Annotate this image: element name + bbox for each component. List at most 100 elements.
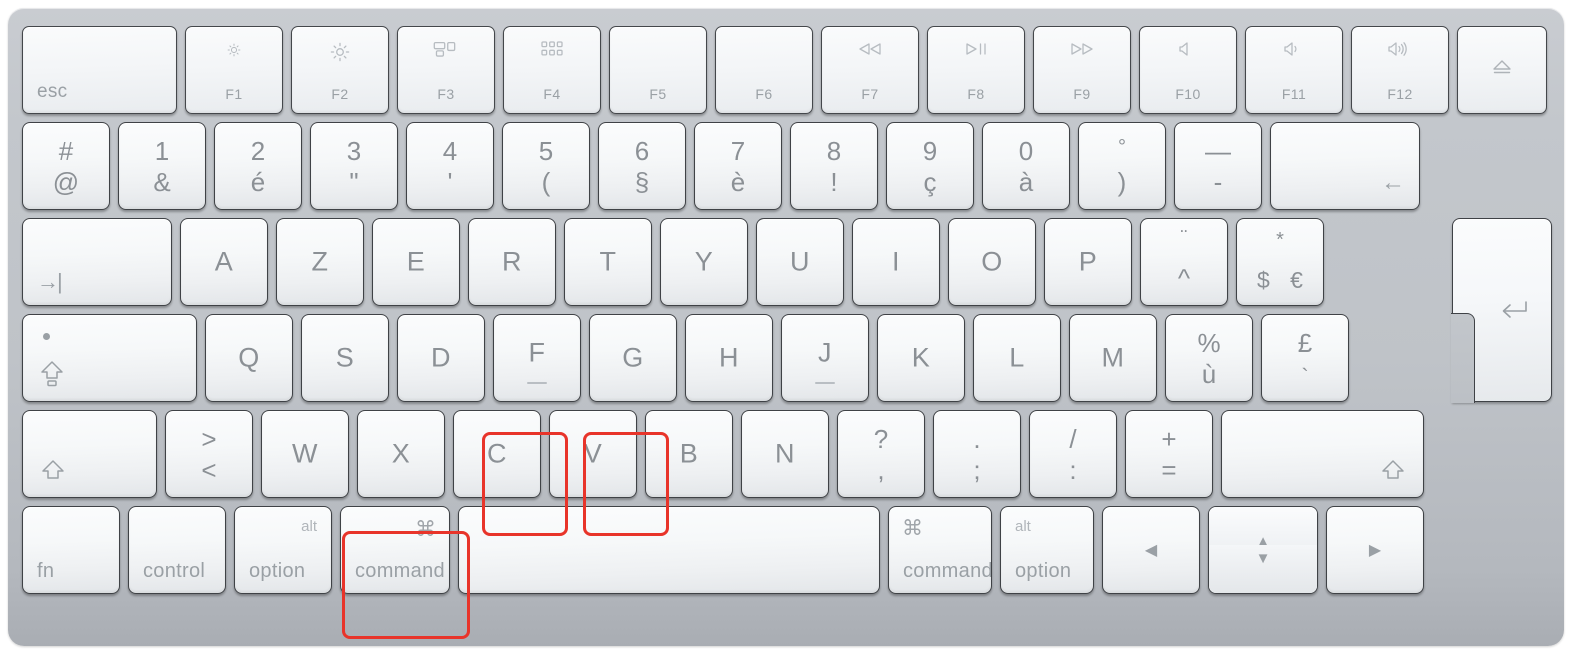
key-t[interactable]: T: [564, 218, 652, 306]
key-g[interactable]: G: [589, 314, 677, 402]
backspace-arrow-icon: ←: [1381, 169, 1405, 196]
key-0-bottom: à: [1018, 167, 1034, 197]
key-e[interactable]: E: [372, 218, 460, 306]
key-2-top: 2: [250, 136, 266, 166]
key-s[interactable]: S: [301, 314, 389, 402]
key-z[interactable]: Z: [276, 218, 364, 306]
caps-lock-indicator-icon: [43, 333, 50, 340]
key-option-left[interactable]: alt option: [234, 506, 332, 594]
key-m[interactable]: M: [1069, 314, 1157, 402]
key-slash-colon[interactable]: / :: [1029, 410, 1117, 498]
key-fn[interactable]: fn: [22, 506, 120, 594]
key-f6[interactable]: F6: [715, 26, 813, 114]
key-y[interactable]: Y: [660, 218, 748, 306]
arrow-down-icon[interactable]: ▼: [1209, 545, 1317, 593]
key-p[interactable]: P: [1044, 218, 1132, 306]
key-2[interactable]: 2 é: [214, 122, 302, 210]
key-underscore-dash-top: —: [1205, 136, 1231, 166]
key-f[interactable]: F: [493, 314, 581, 402]
key-arrow-left[interactable]: ◀: [1102, 506, 1200, 594]
key-space[interactable]: [458, 506, 880, 594]
key-a-label: A: [214, 246, 234, 277]
key-period-semicolon[interactable]: . ;: [933, 410, 1021, 498]
shift-arrow-right-icon: [1380, 458, 1406, 487]
key-delete[interactable]: ←: [1270, 122, 1420, 210]
key-f1[interactable]: F1: [185, 26, 283, 114]
key-k[interactable]: K: [877, 314, 965, 402]
key-3[interactable]: 3 ": [310, 122, 398, 210]
key-f9-label: F9: [1073, 86, 1091, 102]
key-1[interactable]: 1 &: [118, 122, 206, 210]
key-j[interactable]: J: [781, 314, 869, 402]
key-f3[interactable]: F3: [397, 26, 495, 114]
key-f2[interactable]: F2: [291, 26, 389, 114]
key-comma-bottom: ,: [877, 455, 885, 485]
key-l[interactable]: L: [973, 314, 1061, 402]
key-w[interactable]: W: [261, 410, 349, 498]
key-n[interactable]: N: [741, 410, 829, 498]
key-6[interactable]: 6 §: [598, 122, 686, 210]
key-diaeresis-caret[interactable]: ¨ ^: [1140, 218, 1228, 306]
key-f12[interactable]: F12: [1351, 26, 1449, 114]
key-command-left[interactable]: ⌘ command: [340, 506, 450, 594]
key-arrow-up-down[interactable]: ▲ ▼: [1208, 506, 1318, 594]
key-command-right[interactable]: ⌘ command: [888, 506, 992, 594]
key-pound-grave[interactable]: £ `: [1261, 314, 1349, 402]
key-i[interactable]: I: [852, 218, 940, 306]
key-caps-lock[interactable]: [22, 314, 197, 402]
key-8[interactable]: 8 !: [790, 122, 878, 210]
key-plus-equals[interactable]: + =: [1125, 410, 1213, 498]
key-percent-ugrave[interactable]: % ù: [1165, 314, 1253, 402]
key-h[interactable]: H: [685, 314, 773, 402]
key-d[interactable]: D: [397, 314, 485, 402]
key-c[interactable]: C: [453, 410, 541, 498]
key-tab[interactable]: →|: [22, 218, 172, 306]
key-9[interactable]: 9 ç: [886, 122, 974, 210]
key-esc[interactable]: esc: [22, 26, 177, 114]
key-f7[interactable]: F7: [821, 26, 919, 114]
key-degree-paren-bottom: ): [1117, 167, 1127, 197]
key-greater-less[interactable]: > <: [165, 410, 253, 498]
key-f8[interactable]: F8: [927, 26, 1025, 114]
key-option-right-alt: alt: [1015, 518, 1031, 535]
key-grave-bottom: `: [1301, 364, 1309, 389]
key-underscore-dash[interactable]: — -: [1174, 122, 1262, 210]
key-f9[interactable]: F9: [1033, 26, 1131, 114]
key-f5[interactable]: F5: [609, 26, 707, 114]
mission-control-icon: [398, 41, 494, 63]
key-0[interactable]: 0 à: [982, 122, 1070, 210]
key-a[interactable]: A: [180, 218, 268, 306]
key-asterisk-currency[interactable]: * $ €: [1236, 218, 1324, 306]
key-shift-right[interactable]: [1221, 410, 1424, 498]
key-b[interactable]: B: [645, 410, 733, 498]
key-degree-paren[interactable]: ° ): [1078, 122, 1166, 210]
key-e-label: E: [406, 246, 426, 277]
key-r[interactable]: R: [468, 218, 556, 306]
key-hash-at[interactable]: # @: [22, 122, 110, 210]
key-question-comma[interactable]: ? ,: [837, 410, 925, 498]
key-arrow-right[interactable]: ▶: [1326, 506, 1424, 594]
key-option-right[interactable]: alt option: [1000, 506, 1094, 594]
key-f11[interactable]: F11: [1245, 26, 1343, 114]
key-4[interactable]: 4 ': [406, 122, 494, 210]
key-f10[interactable]: F10: [1139, 26, 1237, 114]
key-shift-left[interactable]: [22, 410, 157, 498]
shift-arrow-left-icon: [40, 458, 66, 487]
key-8-bottom: !: [830, 167, 838, 197]
brightness-down-icon: [186, 41, 282, 63]
key-v[interactable]: V: [549, 410, 637, 498]
key-o[interactable]: O: [948, 218, 1036, 306]
key-h-label: H: [719, 342, 739, 373]
key-u[interactable]: U: [756, 218, 844, 306]
key-q[interactable]: Q: [205, 314, 293, 402]
key-caret-bottom: ^: [1177, 263, 1191, 293]
key-f4[interactable]: F4: [503, 26, 601, 114]
key-x[interactable]: X: [357, 410, 445, 498]
key-7[interactable]: 7 è: [694, 122, 782, 210]
key-return[interactable]: [1451, 218, 1552, 403]
key-eject[interactable]: [1457, 26, 1547, 114]
key-5[interactable]: 5 (: [502, 122, 590, 210]
key-1-top: 1: [154, 136, 170, 166]
key-control[interactable]: control: [128, 506, 226, 594]
key-option-left-alt: alt: [301, 518, 317, 535]
